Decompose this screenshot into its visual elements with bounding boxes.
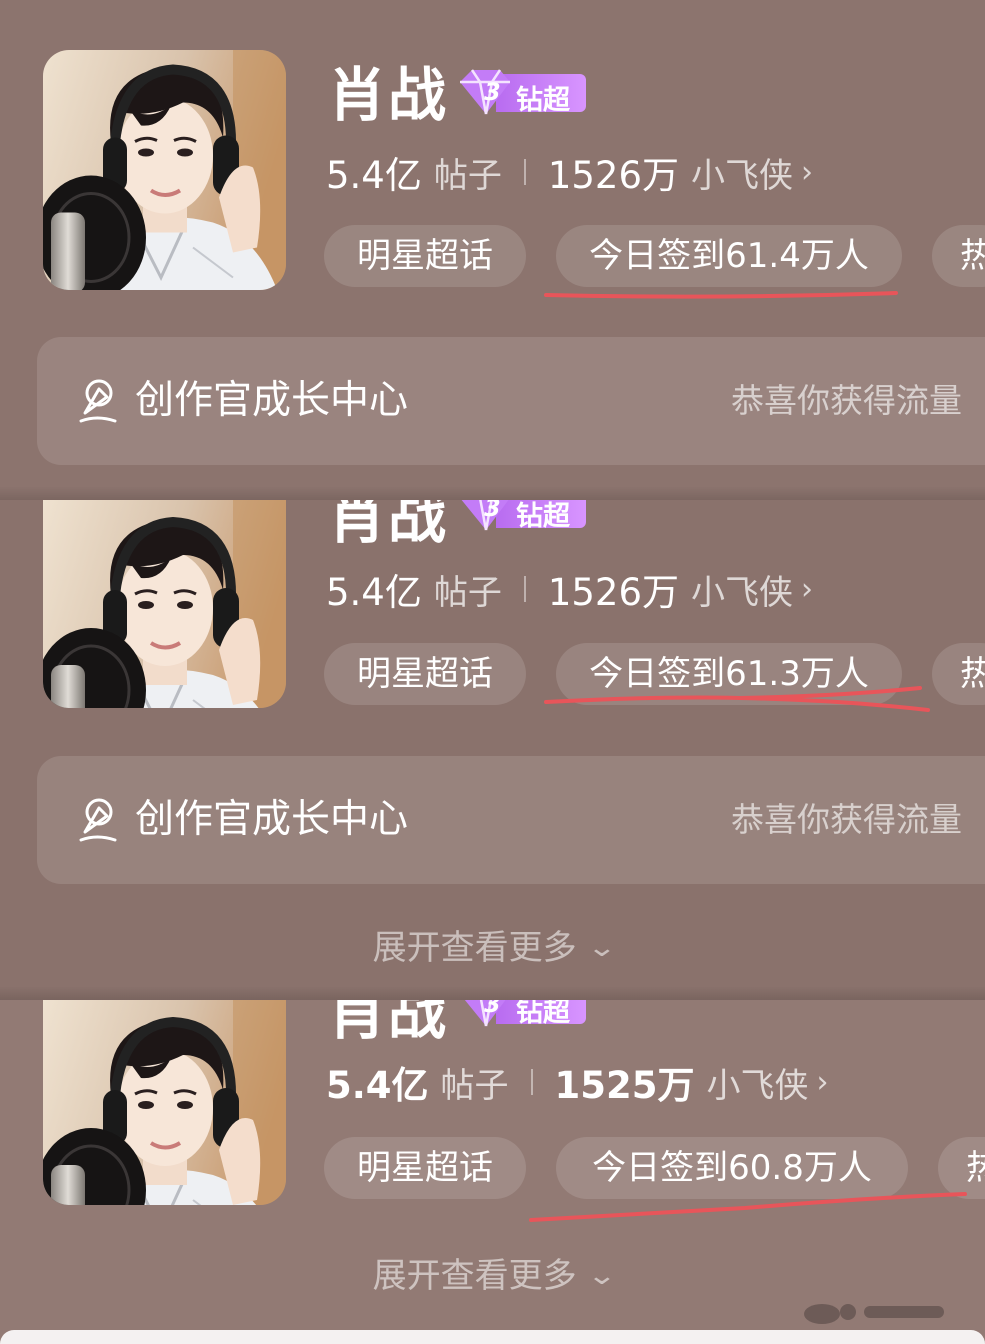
checkin-chip[interactable]: 今日签到61.4万人 xyxy=(556,225,902,287)
red-underline-mark xyxy=(544,291,898,299)
creator-center-title: 创作官成长中心 xyxy=(135,378,409,423)
hot-chip[interactable]: 热 xyxy=(932,225,985,287)
creator-center-banner[interactable]: 创作官成长中心 恭喜你获得流量 xyxy=(37,756,985,884)
chevron-right-icon: › xyxy=(816,1064,829,1100)
page-title: 肖战 xyxy=(328,1000,449,1047)
checkin-chip[interactable]: 今日签到60.8万人 xyxy=(556,1137,908,1199)
category-chip[interactable]: 明星超话 xyxy=(324,643,526,705)
chevron-right-icon: › xyxy=(801,571,814,607)
expand-more-label: 展开查看更多 xyxy=(372,1256,577,1296)
expand-more-button[interactable]: 展开查看更多 ⌄ xyxy=(0,1248,985,1297)
topic-stats[interactable]: 5.4亿 帖子 1526万 小飞侠 › xyxy=(326,150,814,197)
hot-chip[interactable]: 热 xyxy=(932,643,985,705)
topic-stats[interactable]: 5.4亿 帖子 1526万 小飞侠 › xyxy=(326,567,814,614)
expand-more-label: 展开查看更多 xyxy=(372,928,577,968)
badge-label: 钻超 xyxy=(516,85,570,116)
posts-count: 5.4亿 xyxy=(326,571,422,614)
stats-divider xyxy=(523,576,526,602)
fans-count: 1526万 xyxy=(547,571,680,614)
creator-center-note: 恭喜你获得流量 xyxy=(731,381,962,420)
creator-center-banner[interactable]: 创作官成长中心 恭喜你获得流量 xyxy=(37,337,985,465)
page-title: 肖战 xyxy=(328,500,449,551)
screenshot-edge-shade xyxy=(0,986,985,1000)
badge-level: 3 xyxy=(484,1000,501,1018)
creator-center-title: 创作官成长中心 xyxy=(135,797,409,842)
fans-unit: 小飞侠 xyxy=(691,572,794,613)
fans-count: 1525万 xyxy=(554,1064,695,1107)
badge-label: 钻超 xyxy=(516,1000,570,1028)
fans-unit: 小飞侠 xyxy=(706,1065,809,1106)
creator-pen-icon xyxy=(79,798,117,842)
posts-unit: 帖子 xyxy=(440,1065,509,1106)
posts-count: 5.4亿 xyxy=(326,1064,429,1107)
watermark-logo xyxy=(804,1304,944,1324)
supertopic-header-screenshot-3: 肖战 3 钻超 5.4亿 帖子 1525万 小飞侠 › 明星超话 今日签到60.… xyxy=(0,1000,985,1344)
chevron-down-icon: ⌄ xyxy=(586,933,617,963)
checkin-chip[interactable]: 今日签到61.3万人 xyxy=(556,643,902,705)
category-chip[interactable]: 明星超话 xyxy=(324,1137,526,1199)
level-badge[interactable]: 3 钻超 xyxy=(456,500,586,532)
level-badge[interactable]: 3 钻超 xyxy=(456,1000,586,1028)
posts-unit: 帖子 xyxy=(433,572,502,613)
posts-count: 5.4亿 xyxy=(326,154,422,197)
avatar[interactable] xyxy=(43,500,286,708)
category-chip[interactable]: 明星超话 xyxy=(324,225,526,287)
badge-level: 3 xyxy=(484,500,501,522)
stats-divider xyxy=(523,159,526,185)
supertopic-header-screenshot-1: 肖战 3 钻超 5.4亿 帖子 1526万 小飞侠 › 明星超话 今日签到61.… xyxy=(0,0,985,500)
badge-label: 钻超 xyxy=(516,501,570,532)
topic-stats[interactable]: 5.4亿 帖子 1525万 小飞侠 › xyxy=(326,1060,829,1107)
screenshot-edge-shade xyxy=(0,486,985,500)
stats-divider xyxy=(530,1069,533,1095)
hot-chip[interactable]: 热 xyxy=(938,1137,985,1199)
supertopic-header-screenshot-2: 肖战 3 钻超 5.4亿 帖子 1526万 小飞侠 › 明星超话 今日签到61.… xyxy=(0,500,985,1000)
posts-unit: 帖子 xyxy=(433,155,502,196)
fans-unit: 小飞侠 xyxy=(691,155,794,196)
level-badge[interactable]: 3 钻超 xyxy=(456,69,586,116)
fans-count: 1526万 xyxy=(547,154,680,197)
avatar[interactable] xyxy=(43,1000,286,1205)
creator-center-note: 恭喜你获得流量 xyxy=(731,800,962,839)
creator-pen-icon xyxy=(79,379,117,423)
page-title: 肖战 xyxy=(328,61,449,129)
expand-more-button[interactable]: 展开查看更多 ⌄ xyxy=(0,920,985,969)
avatar[interactable] xyxy=(43,50,286,290)
bottom-sheet-edge xyxy=(0,1330,985,1344)
badge-level: 3 xyxy=(484,78,501,106)
chevron-down-icon: ⌄ xyxy=(586,1261,617,1291)
chevron-right-icon: › xyxy=(801,154,814,190)
